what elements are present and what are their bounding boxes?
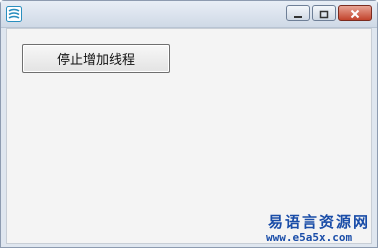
restore-icon (319, 4, 329, 23)
watermark-title: 易语言资源网 (268, 213, 371, 231)
app-stripes-icon[interactable] (6, 6, 22, 22)
close-button[interactable] (338, 5, 372, 21)
watermark-url: www.e5a5x.com (266, 231, 353, 244)
title-bar[interactable] (1, 1, 377, 28)
minimize-button[interactable] (286, 5, 310, 21)
stop-add-thread-button[interactable]: 停止增加线程 (22, 44, 170, 73)
restore-button[interactable] (312, 5, 336, 21)
close-icon (350, 4, 360, 23)
minimize-icon (293, 4, 303, 23)
